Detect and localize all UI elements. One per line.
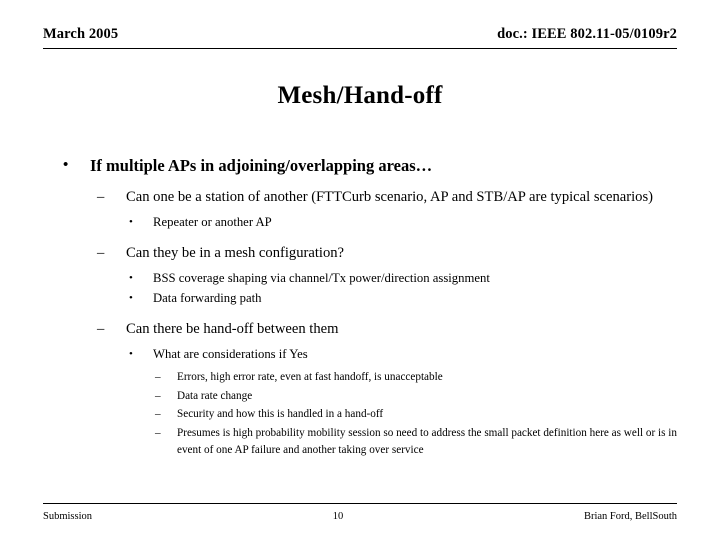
bullet-marker-icon: •: [63, 157, 69, 173]
slide-footer: Submission 10 Brian Ford, BellSouth: [43, 510, 677, 523]
footer-submission-label: Submission: [43, 511, 93, 522]
header-divider: [43, 48, 677, 49]
dash-marker-icon: –: [97, 244, 105, 261]
bullet-level3-bss-coverage: • BSS coverage shaping via channel/Tx po…: [129, 269, 683, 288]
bullet-level3-data-forwarding: • Data forwarding path: [129, 289, 683, 308]
header-doc-ref: doc.: IEEE 802.11-05/0109r2: [497, 26, 677, 42]
footer-divider: [43, 503, 677, 504]
slide-header: March 2005 doc.: IEEE 802.11-05/0109r2: [43, 26, 677, 50]
bullet-text: Can one be a station of another (FTTCurb…: [126, 189, 653, 205]
slide-body: • If multiple APs in adjoining/overlappi…: [43, 155, 683, 461]
bullet-marker-icon: •: [129, 271, 133, 284]
dash-marker-icon: –: [155, 389, 161, 402]
dash-marker-icon: –: [97, 189, 105, 205]
dash-marker-icon: –: [155, 371, 161, 383]
header-date: March 2005: [43, 26, 119, 42]
header-row: March 2005 doc.: IEEE 802.11-05/0109r2: [43, 26, 677, 43]
page-title: Mesh/Hand-off: [277, 82, 443, 109]
footer-author: Brian Ford, BellSouth: [583, 511, 677, 522]
bullet-text: Data rate change: [177, 389, 253, 402]
bullet-level3-repeater: • Repeater or another AP: [129, 213, 683, 232]
slide: March 2005 doc.: IEEE 802.11-05/0109r2 M…: [0, 0, 720, 540]
bullet-level4-errors: – Errors, high error rate, even at fast …: [155, 369, 683, 387]
bullet-level3-considerations: • What are considerations if Yes: [129, 345, 683, 364]
bullet-level2-mesh-configuration: – Can they be in a mesh configuration?: [97, 243, 683, 263]
bullet-text: What are considerations if Yes: [153, 346, 308, 361]
bullet-text: Errors, high error rate, even at fast ha…: [177, 371, 443, 383]
dash-marker-icon: –: [97, 320, 105, 337]
bullet-text: Can they be in a mesh configuration?: [126, 244, 345, 261]
bullet-marker-icon: •: [129, 292, 133, 304]
dash-marker-icon: –: [155, 426, 161, 439]
bullet-level1-multiple-aps: • If multiple APs in adjoining/overlappi…: [63, 155, 683, 176]
bullet-marker-icon: •: [129, 347, 133, 360]
bullet-level4-data-rate-change: – Data rate change: [155, 388, 683, 406]
bullet-text: Can there be hand-off between them: [126, 320, 339, 337]
bullet-level2-station-of-another: – Can one be a station of another (FTTCu…: [97, 187, 683, 207]
dash-marker-icon: –: [155, 408, 161, 420]
bullet-text: Repeater or another AP: [153, 215, 272, 229]
bullet-level4-presumes-mobility: – Presumes is high probability mobility …: [155, 425, 683, 460]
bullet-level2-hand-off: – Can there be hand-off between them: [97, 319, 683, 339]
footer-page-number: 10: [332, 511, 344, 522]
bullet-marker-icon: •: [129, 216, 133, 228]
bullet-text: Security and how this is handled in a ha…: [177, 408, 384, 420]
bullet-text: If multiple APs in adjoining/overlapping…: [90, 156, 433, 175]
bullet-level4-security: – Security and how this is handled in a …: [155, 406, 683, 424]
bullet-text: Data forwarding path: [153, 291, 262, 305]
bullet-text: BSS coverage shaping via channel/Tx powe…: [153, 270, 490, 285]
bullet-text: Presumes is high probability mobility se…: [177, 426, 677, 457]
